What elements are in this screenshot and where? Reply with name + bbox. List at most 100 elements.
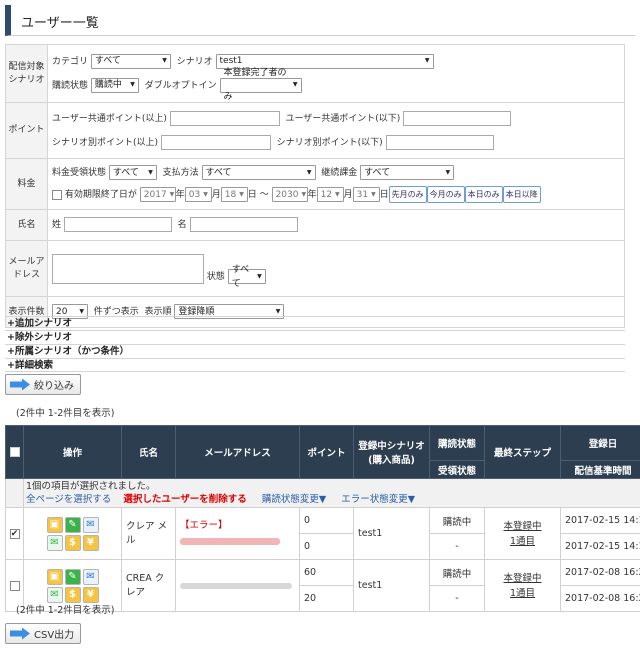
result-count-bottom: (2件中 1-2件目を表示) — [16, 605, 115, 616]
category-label: カテゴリ — [52, 56, 89, 67]
last-month-button[interactable]: 先月のみ — [388, 186, 427, 203]
dollar-icon[interactable]: $ — [64, 534, 81, 551]
today-button[interactable]: 本日のみ — [464, 186, 503, 203]
subscribe-select[interactable]: 購読中 — [90, 77, 139, 93]
scenario-point-max-label: シナリオ別ポイント(以下) — [276, 137, 383, 148]
accordion-exclude-scenario[interactable]: +除外シナリオ — [5, 330, 625, 344]
table-row: ▣ ✎ ✉ ✉ $ ¥ CREA クレア 60 test1 購読中 本登録中 1通目 2… — [5, 559, 640, 612]
category-select[interactable]: すべて — [90, 53, 171, 69]
last-name-input[interactable] — [63, 217, 172, 232]
csv-export-button[interactable]: CSV出力 — [5, 623, 82, 644]
reg-date: 2017-02-15 14:1 — [560, 507, 640, 534]
scenario-name: test1 — [353, 559, 430, 612]
page-title: ユーザー一覧 — [5, 5, 635, 36]
tag-icon[interactable]: ▣ — [46, 516, 63, 533]
last-step-count-link[interactable]: 1通目 — [489, 586, 556, 601]
from-year-select[interactable]: 2017 — [139, 187, 176, 202]
mail-send-icon[interactable]: ✉ — [46, 534, 63, 551]
select-all-pages-link[interactable]: 全ページを選択する — [26, 494, 111, 505]
search-form: 配信対象シナリオ カテゴリ すべて シナリオ test1 購読状態 購読中 ダブ… — [5, 44, 625, 328]
tag-icon[interactable]: ▣ — [46, 568, 63, 585]
accordion-add-scenario[interactable]: +追加シナリオ — [5, 316, 625, 330]
fee-status-label: 料金受領状態 — [52, 168, 107, 178]
from-day-select[interactable]: 18 — [220, 187, 248, 202]
subscribe-status: 購読中 — [429, 559, 485, 586]
last-step-count-link[interactable]: 1通目 — [489, 534, 556, 549]
from-month-select[interactable]: 03 — [184, 187, 212, 202]
change-subscribe-link[interactable]: 購読状態変更▼ — [262, 494, 326, 505]
receipt-status: - — [429, 585, 485, 612]
scenario-label: シナリオ — [176, 56, 213, 67]
select-all-header[interactable] — [5, 425, 24, 479]
mail-send-icon[interactable]: ✉ — [46, 586, 63, 603]
mail-status-select[interactable]: すべて — [227, 265, 266, 289]
to-day-select[interactable]: 31 — [352, 187, 380, 202]
mail-icon[interactable]: ✉ — [82, 568, 99, 585]
point-header: ポイント — [299, 425, 354, 479]
reg-date-header: 登録日 — [560, 425, 640, 461]
scenario-point-max-input[interactable] — [385, 134, 494, 150]
month-unit: 月 — [343, 190, 353, 200]
expiry-label: 有効期限終了日が — [64, 190, 137, 200]
point-common: 60 — [299, 559, 354, 586]
last-step-header: 最終ステップ — [484, 425, 561, 479]
recurring-select[interactable]: すべて — [360, 165, 455, 180]
accordion-detail-search[interactable]: +詳細検索 — [5, 358, 625, 372]
to-month-select[interactable]: 12 — [316, 187, 344, 202]
yen-icon[interactable]: ¥ — [82, 586, 99, 603]
point-scenario: 0 — [299, 533, 354, 560]
dollar-icon[interactable]: $ — [64, 586, 81, 603]
scenario-header-title: 登録中シナリオ — [358, 441, 425, 452]
filter-button[interactable]: 絞り込み — [5, 374, 81, 395]
arrow-right-icon — [10, 627, 30, 640]
user-table: 操作 氏名 メールアドレス ポイント 登録中シナリオ (購入商品) 購読状態 最終… — [5, 425, 640, 612]
mail-textarea[interactable] — [52, 254, 204, 284]
first-name-label: 名 — [177, 220, 187, 230]
redacted-email — [180, 537, 280, 545]
double-optin-label: ダブルオプトイン — [144, 80, 217, 91]
yen-icon[interactable]: ¥ — [82, 534, 99, 551]
user-name: CREA クレア — [121, 559, 176, 612]
table-row: ✔ ▣ ✎ ✉ ✉ $ ¥ クレア メル 【エラー】 0 test1 購読中 本登録中 … — [5, 507, 640, 560]
common-point-min-label: ユーザー共通ポイント(以上) — [52, 113, 167, 124]
last-step-link[interactable]: 本登録中 — [489, 571, 556, 586]
subscribe-status: 購読中 — [429, 507, 485, 534]
scenario-name: test1 — [353, 507, 430, 560]
year-unit: 年 — [175, 190, 185, 200]
double-optin-select[interactable]: 本登録完了者のみ — [219, 68, 302, 102]
to-year-select[interactable]: 2030 — [271, 187, 308, 202]
subscribe-label: 購読状態 — [52, 80, 89, 91]
pay-method-select[interactable]: すべて — [201, 165, 316, 180]
range-separator: ～ — [259, 190, 269, 200]
edit-icon[interactable]: ✎ — [64, 516, 81, 533]
change-error-link[interactable]: エラー状態変更▼ — [341, 494, 415, 505]
name-header: 氏名 — [121, 425, 176, 479]
error-badge: 【エラー】 — [180, 519, 228, 531]
edit-icon[interactable]: ✎ — [64, 568, 81, 585]
sched-header: 配信基準時間 — [560, 460, 640, 479]
after-today-button[interactable]: 本日以降 — [502, 186, 541, 203]
reg-date: 2017-02-08 16:2 — [560, 559, 640, 586]
csv-button-label: CSV出力 — [34, 630, 75, 641]
fee-status-select[interactable]: すべて — [108, 165, 157, 180]
delete-selected-link[interactable]: 選択したユーザーを削除する — [123, 494, 246, 505]
last-step-link[interactable]: 本登録中 — [489, 519, 556, 534]
common-point-min-input[interactable] — [169, 110, 280, 126]
user-name: クレア メル — [121, 507, 176, 560]
row-checkbox[interactable] — [9, 580, 20, 591]
common-point-max-input[interactable] — [403, 110, 512, 126]
row-checkbox-checked[interactable]: ✔ — [9, 528, 20, 539]
month-unit: 月 — [211, 190, 221, 200]
this-month-button[interactable]: 今月のみ — [426, 186, 465, 203]
mail-icon[interactable]: ✉ — [82, 516, 99, 533]
scenario-header: 登録中シナリオ (購入商品) — [353, 425, 430, 479]
expiry-checkbox[interactable] — [52, 189, 62, 200]
scenario-point-min-input[interactable] — [160, 134, 271, 150]
select-all-checkbox[interactable] — [9, 447, 20, 457]
point-scenario: 20 — [299, 585, 354, 612]
filter-button-label: 絞り込み — [34, 381, 74, 392]
year-unit: 年 — [307, 190, 317, 200]
first-name-input[interactable] — [189, 217, 298, 232]
common-point-max-label: ユーザー共通ポイント(以下) — [285, 113, 401, 124]
accordion-belong-scenario[interactable]: +所属シナリオ（かつ条件） — [5, 344, 625, 358]
